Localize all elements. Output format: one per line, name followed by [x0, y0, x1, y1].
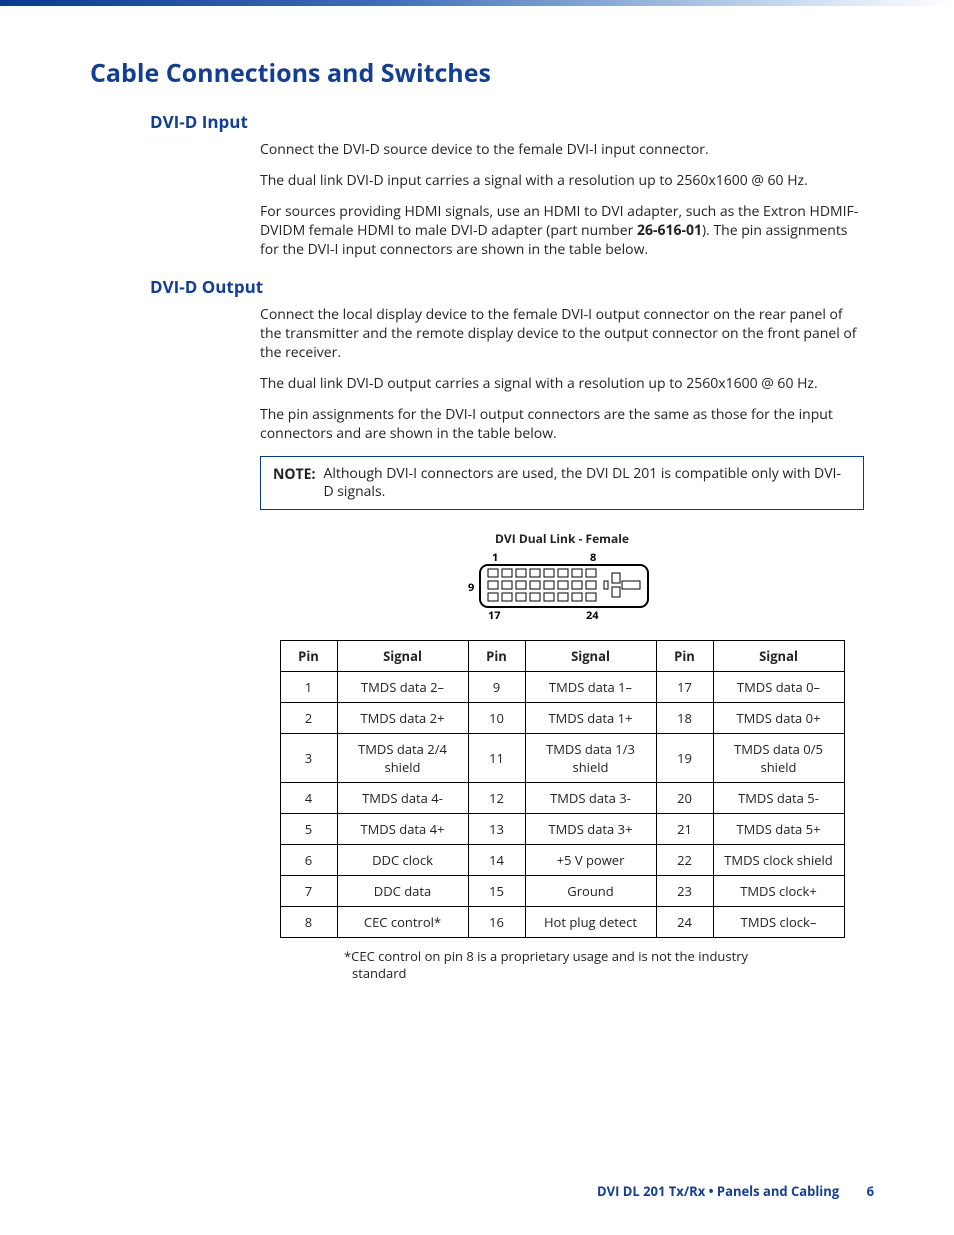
pin-cell: 3	[280, 734, 337, 783]
pin-cell: 23	[656, 876, 713, 907]
table-row: 8CEC control*16Hot plug detect24TMDS clo…	[280, 907, 844, 938]
signal-cell: TMDS data 2–	[337, 672, 468, 703]
input-para-2: The dual link DVI-D input carries a sign…	[260, 172, 864, 191]
pin-label-8: 8	[590, 551, 596, 565]
th-signal: Signal	[525, 641, 656, 672]
signal-cell: DDC clock	[337, 845, 468, 876]
page-footer: DVI DL 201 Tx/Rx • Panels and Cabling 6	[0, 1182, 954, 1230]
footer-page-number: 6	[867, 1182, 874, 1200]
output-para-3: The pin assignments for the DVI-I output…	[260, 406, 864, 444]
pin-cell: 12	[468, 783, 525, 814]
table-row: 6DDC clock14+5 V power22TMDS clock shiel…	[280, 845, 844, 876]
table-row: 4TMDS data 4-12TMDS data 3-20TMDS data 5…	[280, 783, 844, 814]
signal-cell: TMDS data 1–	[525, 672, 656, 703]
pin-cell: 2	[280, 703, 337, 734]
output-para-2: The dual link DVI-D output carries a sig…	[260, 375, 864, 394]
signal-cell: TMDS data 0/5 shield	[713, 734, 844, 783]
table-footnote: *CEC control on pin 8 is a proprietary u…	[342, 948, 782, 982]
pin-cell: 4	[280, 783, 337, 814]
signal-cell: Hot plug detect	[525, 907, 656, 938]
table-row: 7DDC data15Ground23TMDS clock+	[280, 876, 844, 907]
pin-cell: 13	[468, 814, 525, 845]
pin-cell: 11	[468, 734, 525, 783]
pin-label-9: 9	[468, 580, 474, 595]
signal-cell: TMDS clock+	[713, 876, 844, 907]
pin-label-17: 17	[488, 608, 501, 621]
pin-cell: 5	[280, 814, 337, 845]
table-row: 2TMDS data 2+10TMDS data 1+18TMDS data 0…	[280, 703, 844, 734]
pin-label-1: 1	[492, 551, 498, 565]
signal-cell: TMDS data 5+	[713, 814, 844, 845]
signal-cell: TMDS data 1+	[525, 703, 656, 734]
pin-cell: 20	[656, 783, 713, 814]
input-para-3: For sources providing HDMI signals, use …	[260, 203, 864, 260]
table-row: 3TMDS data 2/4 shield11TMDS data 1/3 shi…	[280, 734, 844, 783]
signal-cell: TMDS data 4+	[337, 814, 468, 845]
part-number: 26-616-01	[637, 221, 702, 240]
footer-doc-title: DVI DL 201 Tx/Rx • Panels and Cabling	[597, 1182, 839, 1200]
output-para-1: Connect the local display device to the …	[260, 306, 864, 363]
pin-cell: 24	[656, 907, 713, 938]
input-para-1: Connect the DVI-D source device to the f…	[260, 141, 864, 160]
pin-label-24: 24	[586, 608, 599, 621]
note-label: NOTE:	[273, 465, 315, 484]
signal-cell: DDC data	[337, 876, 468, 907]
top-accent-bar	[0, 0, 954, 6]
pin-cell: 22	[656, 845, 713, 876]
signal-cell: TMDS data 0–	[713, 672, 844, 703]
th-pin: Pin	[656, 641, 713, 672]
pin-cell: 7	[280, 876, 337, 907]
th-signal: Signal	[337, 641, 468, 672]
signal-cell: +5 V power	[525, 845, 656, 876]
pin-cell: 18	[656, 703, 713, 734]
signal-cell: TMDS data 4-	[337, 783, 468, 814]
pin-cell: 1	[280, 672, 337, 703]
pin-cell: 16	[468, 907, 525, 938]
diagram-title: DVI Dual Link - Female	[260, 530, 864, 547]
subhead-dvid-output: DVI-D Output	[150, 275, 874, 298]
note-text: Although DVI-I connectors are used, the …	[323, 465, 851, 501]
signal-cell: TMDS data 5-	[713, 783, 844, 814]
pin-cell: 10	[468, 703, 525, 734]
signal-cell: TMDS data 0+	[713, 703, 844, 734]
pin-cell: 6	[280, 845, 337, 876]
pin-cell: 17	[656, 672, 713, 703]
subhead-dvid-input: DVI-D Input	[150, 110, 874, 133]
signal-cell: TMDS data 1/3 shield	[525, 734, 656, 783]
signal-cell: TMDS data 2/4 shield	[337, 734, 468, 783]
connector-diagram: DVI Dual Link - Female 1 8 9 17 24	[260, 530, 864, 626]
signal-cell: TMDS data 2+	[337, 703, 468, 734]
pin-assignment-table: Pin Signal Pin Signal Pin Signal 1TMDS d…	[280, 640, 845, 938]
table-row: 1TMDS data 2–9TMDS data 1–17TMDS data 0–	[280, 672, 844, 703]
signal-cell: TMDS data 3-	[525, 783, 656, 814]
th-pin: Pin	[280, 641, 337, 672]
signal-cell: TMDS clock shield	[713, 845, 844, 876]
signal-cell: CEC control*	[337, 907, 468, 938]
signal-cell: Ground	[525, 876, 656, 907]
page-heading: Cable Connections and Switches	[90, 56, 874, 90]
pin-cell: 15	[468, 876, 525, 907]
pin-cell: 14	[468, 845, 525, 876]
pin-cell: 21	[656, 814, 713, 845]
signal-cell: TMDS clock–	[713, 907, 844, 938]
th-signal: Signal	[713, 641, 844, 672]
table-header-row: Pin Signal Pin Signal Pin Signal	[280, 641, 844, 672]
pin-cell: 9	[468, 672, 525, 703]
pin-cell: 19	[656, 734, 713, 783]
note-box: NOTE: Although DVI-I connectors are used…	[260, 456, 864, 510]
table-row: 5TMDS data 4+13TMDS data 3+21TMDS data 5…	[280, 814, 844, 845]
signal-cell: TMDS data 3+	[525, 814, 656, 845]
th-pin: Pin	[468, 641, 525, 672]
pin-cell: 8	[280, 907, 337, 938]
